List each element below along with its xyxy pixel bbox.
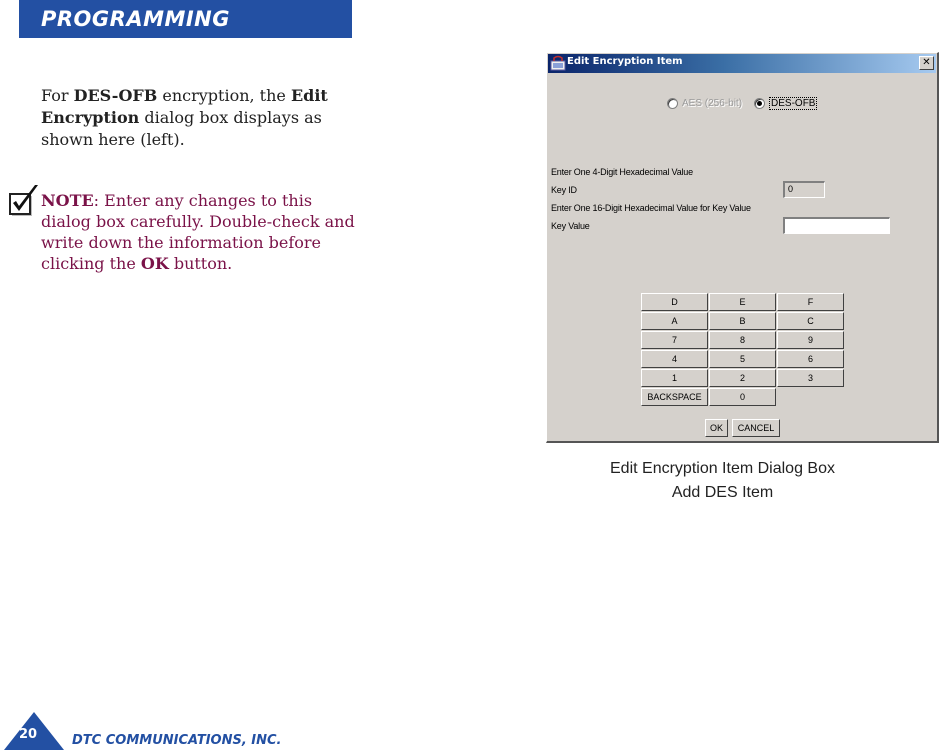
- key-3[interactable]: 3: [777, 369, 844, 387]
- section-title: PROGRAMMING: [41, 7, 230, 31]
- radio-button-checked[interactable]: [754, 97, 766, 109]
- encryption-type-radio-group: AES (256-bit) DES-OFB: [667, 96, 829, 110]
- key-value-label: Key Value: [551, 221, 590, 231]
- key-f[interactable]: F: [777, 293, 844, 311]
- java-app-icon: [550, 55, 566, 71]
- note-paragraph: NOTE: Enter any changes to this dialog b…: [41, 190, 356, 274]
- radio-des-ofb[interactable]: DES-OFB: [754, 96, 818, 110]
- key-id-input[interactable]: 0: [783, 181, 825, 198]
- key-c[interactable]: C: [777, 312, 844, 330]
- key-d[interactable]: D: [641, 293, 708, 311]
- intro-bold-encryption: DES-OFB: [73, 86, 158, 105]
- close-button[interactable]: ✕: [919, 56, 934, 70]
- ok-button[interactable]: OK: [705, 419, 728, 437]
- radio-button-unchecked[interactable]: [667, 97, 678, 109]
- key-b[interactable]: B: [709, 312, 776, 330]
- dialog-title: Edit Encryption Item: [567, 56, 683, 67]
- key-1[interactable]: 1: [641, 369, 708, 387]
- key-id-label: Key ID: [551, 185, 577, 195]
- key-value-input[interactable]: [783, 217, 890, 234]
- radio-label-aes: AES (256-bit): [682, 97, 743, 109]
- radio-label-des-ofb: DES-OFB: [769, 96, 818, 110]
- key-backspace[interactable]: BACKSPACE: [641, 388, 708, 406]
- caption-line-2: Add DES Item: [671, 484, 774, 501]
- key-0[interactable]: 0: [709, 388, 776, 406]
- key-8[interactable]: 8: [709, 331, 776, 349]
- radio-aes-256[interactable]: AES (256-bit): [667, 97, 743, 109]
- company-name: DTC COMMUNICATIONS, INC.: [72, 733, 282, 748]
- key-id-instruction: Enter One 4-Digit Hexadecimal Value: [551, 167, 693, 177]
- key-7[interactable]: 7: [641, 331, 708, 349]
- note-label: NOTE: [41, 191, 94, 210]
- caption-line-1: Edit Encryption Item Dialog Box: [610, 460, 835, 477]
- key-e[interactable]: E: [709, 293, 776, 311]
- intro-paragraph: For DES-OFB encryption, the Edit Encrypt…: [41, 85, 351, 151]
- key-a[interactable]: A: [641, 312, 708, 330]
- figure-caption: Edit Encryption Item Dialog Box Add DES …: [546, 457, 899, 505]
- key-6[interactable]: 6: [777, 350, 844, 368]
- edit-encryption-dialog: Edit Encryption Item ✕ AES (256-bit) DES…: [546, 52, 939, 443]
- intro-text: encryption, the: [157, 86, 291, 105]
- key-value-instruction: Enter One 16-Digit Hexadecimal Value for…: [551, 203, 751, 213]
- key-9[interactable]: 9: [777, 331, 844, 349]
- note-text-end: button.: [168, 254, 233, 273]
- section-header-bar: PROGRAMMING: [19, 0, 352, 38]
- note-ok-bold: OK: [140, 254, 169, 273]
- dialog-titlebar[interactable]: Edit Encryption Item ✕: [548, 54, 936, 73]
- close-icon: ✕: [922, 57, 931, 68]
- key-4[interactable]: 4: [641, 350, 708, 368]
- checkmark-icon: [9, 185, 38, 216]
- intro-text: For: [41, 86, 74, 105]
- cancel-button[interactable]: CANCEL: [732, 419, 780, 437]
- key-5[interactable]: 5: [709, 350, 776, 368]
- page-number: 20: [19, 727, 38, 742]
- key-2[interactable]: 2: [709, 369, 776, 387]
